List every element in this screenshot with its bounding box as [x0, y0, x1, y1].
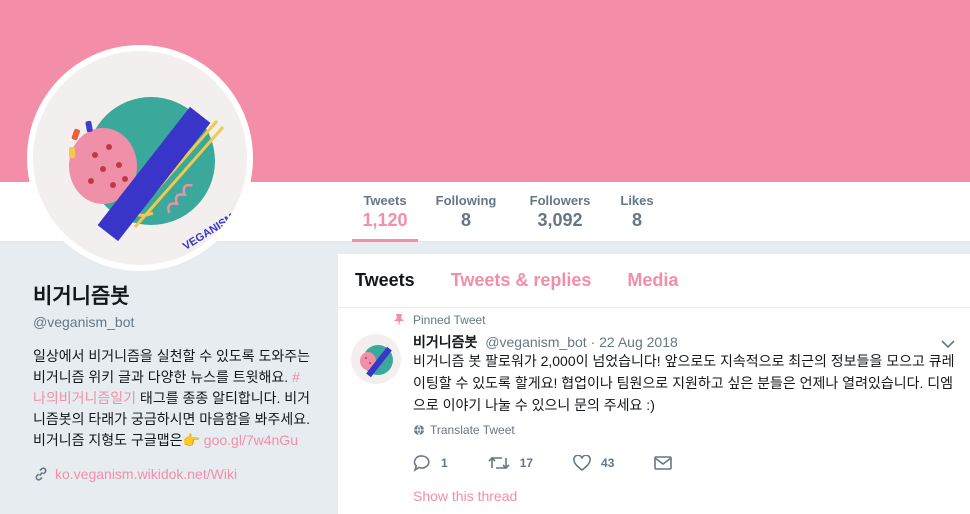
tab-media[interactable]: Media [627, 270, 678, 291]
tab-tweets[interactable]: Tweets [355, 270, 415, 291]
tab-tweets-replies[interactable]: Tweets & replies [451, 270, 592, 291]
retweet-button[interactable]: 17 [488, 455, 533, 471]
stat-following[interactable]: Following 8 [433, 182, 499, 242]
stat-following-label: Following [435, 193, 497, 208]
reply-button[interactable]: 1 [413, 454, 448, 472]
profile-bio: 일상에서 비거니즘을 실천할 수 있도록 도와주는 비거니즘 위키 글과 다양한… [33, 346, 311, 451]
stat-followers[interactable]: Followers 3,092 [527, 182, 593, 242]
heart-icon [573, 455, 591, 471]
tweet-author-handle[interactable]: @veganism_bot [485, 334, 586, 350]
stat-tweets-value: 1,120 [362, 210, 408, 230]
timeline-tabs: Tweets Tweets & replies Media [338, 254, 970, 308]
reply-count: 1 [441, 456, 448, 470]
bio-text-1: 일상에서 비거니즘을 실천할 수 있도록 도와주는 비거니즘 위키 글과 다양한… [33, 348, 311, 385]
stat-likes-value: 8 [631, 210, 642, 230]
profile-name: 비거니즘봇 [33, 285, 130, 308]
tweet-avatar[interactable] [351, 334, 401, 384]
stat-following-value: 8 [460, 210, 471, 230]
pin-icon [394, 314, 404, 326]
stat-tweets[interactable]: Tweets 1,120 [352, 182, 418, 242]
stat-followers-value: 3,092 [537, 210, 583, 230]
tweet-actions: 1 17 43 [413, 454, 712, 472]
translate-tweet-label[interactable]: Translate Tweet [430, 423, 515, 437]
retweet-count: 17 [519, 456, 534, 470]
timeline: Tweets Tweets & replies Media Pinned Twe… [338, 254, 970, 514]
bio-map-link[interactable]: goo.gl/7w4nGu [204, 432, 298, 448]
reply-icon [413, 455, 430, 472]
profile-avatar[interactable]: VEGANISM BOT [27, 45, 253, 271]
pinned-tweet-label: Pinned Tweet [393, 313, 486, 327]
avatar-logo: VEGANISM BOT [33, 51, 247, 265]
like-button[interactable]: 43 [573, 455, 614, 471]
tweet-text: 비거니즘 봇 팔로워가 2,000이 넘었습니다! 앞으로도 지속적으로 최근의… [413, 353, 955, 413]
stat-likes-label: Likes [620, 193, 654, 208]
link-icon [35, 467, 47, 481]
envelope-icon [654, 456, 673, 470]
retweet-icon [488, 456, 510, 470]
tweet-date[interactable]: · 22 Aug 2018 [591, 334, 678, 350]
profile-handle[interactable]: @veganism_bot [33, 314, 313, 330]
veganism-bot-logo: VEGANISM BOT [69, 97, 247, 253]
stat-likes[interactable]: Likes 8 [614, 182, 660, 242]
profile-url[interactable]: ko.veganism.wikidok.net/Wiki [33, 466, 313, 482]
globe-icon [414, 424, 424, 436]
stat-tweets-label: Tweets [363, 193, 407, 208]
translate-tweet[interactable]: Translate Tweet [413, 423, 515, 437]
pinned-tweet-text: Pinned Tweet [413, 313, 486, 327]
profile-url-text[interactable]: ko.veganism.wikidok.net/Wiki [55, 466, 237, 482]
show-thread-link[interactable]: Show this thread [413, 488, 517, 504]
direct-message-button[interactable] [654, 456, 673, 470]
like-count: 43 [601, 456, 615, 470]
pointing-emoji-icon: 👉 [182, 432, 200, 448]
tweet-author-name[interactable]: 비거니즘봇 [413, 334, 477, 350]
profile-card: 비거니즘봇 @veganism_bot 일상에서 비거니즘을 실천할 수 있도록… [33, 284, 313, 482]
tweet-header: 비거니즘봇 @veganism_bot · 22 Aug 2018 [413, 332, 678, 352]
tweet-avatar-logo [360, 345, 393, 378]
stat-followers-label: Followers [529, 193, 591, 208]
